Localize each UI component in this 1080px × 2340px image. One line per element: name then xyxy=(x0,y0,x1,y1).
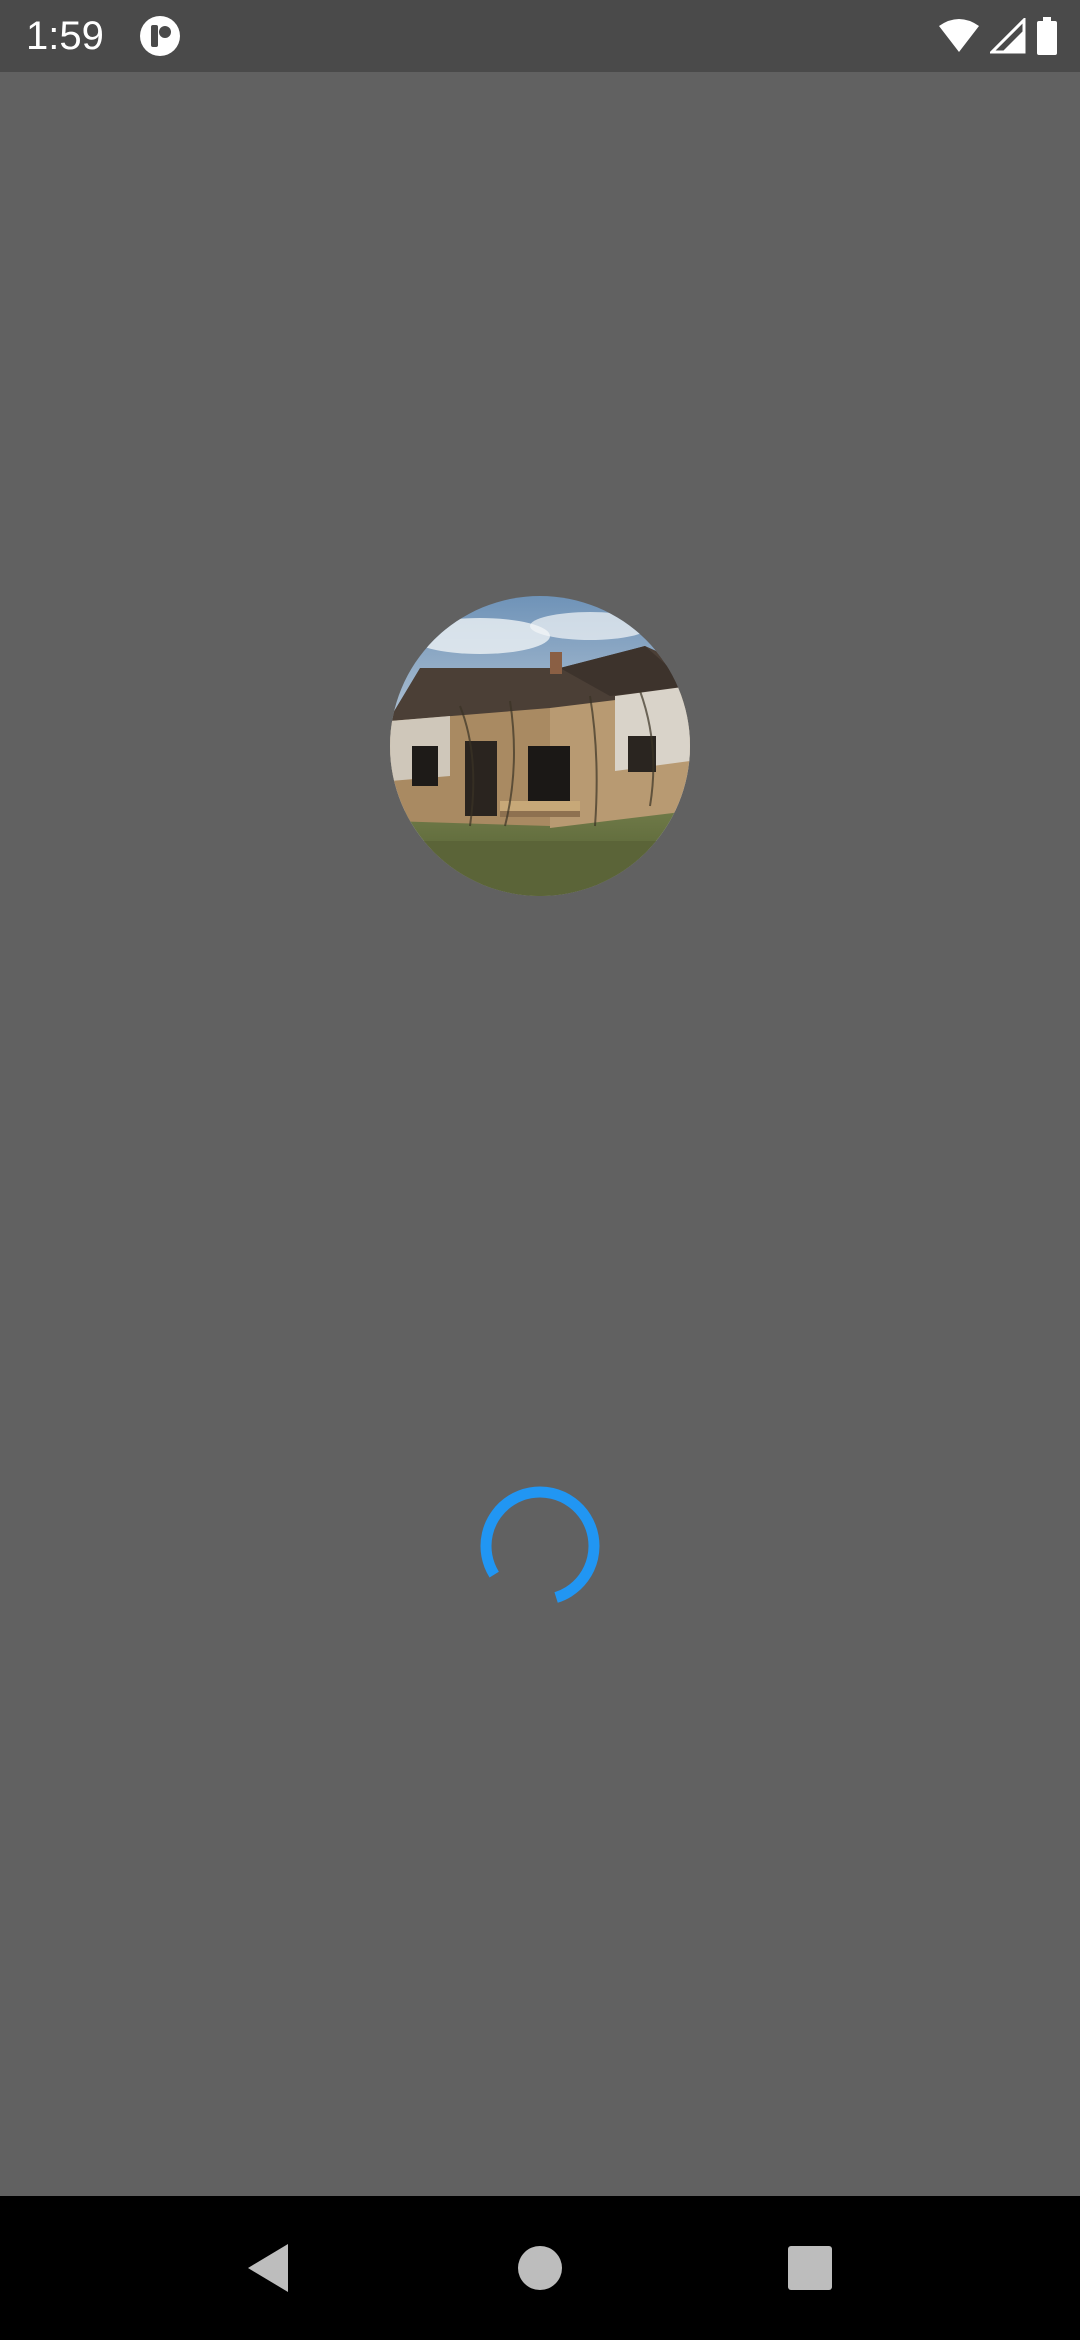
status-bar: 1:59 xyxy=(0,0,1080,72)
back-icon xyxy=(248,2244,288,2292)
splash-screen: 1:59 xyxy=(0,0,1080,2340)
app-notification-icon xyxy=(140,16,180,56)
signal-icon xyxy=(990,18,1026,54)
home-button[interactable] xyxy=(504,2232,576,2304)
status-icons xyxy=(938,16,1058,56)
navigation-bar xyxy=(0,2196,1080,2340)
abandoned-house-photo xyxy=(390,596,690,896)
back-button[interactable] xyxy=(232,2232,304,2304)
wifi-icon xyxy=(939,19,979,52)
recents-button[interactable] xyxy=(774,2232,846,2304)
avatar-image xyxy=(390,596,690,896)
home-icon xyxy=(518,2246,562,2290)
battery-icon xyxy=(1037,17,1057,55)
status-time: 1:59 xyxy=(26,14,104,58)
loading-spinner xyxy=(480,1486,600,1606)
recents-icon xyxy=(788,2246,832,2290)
